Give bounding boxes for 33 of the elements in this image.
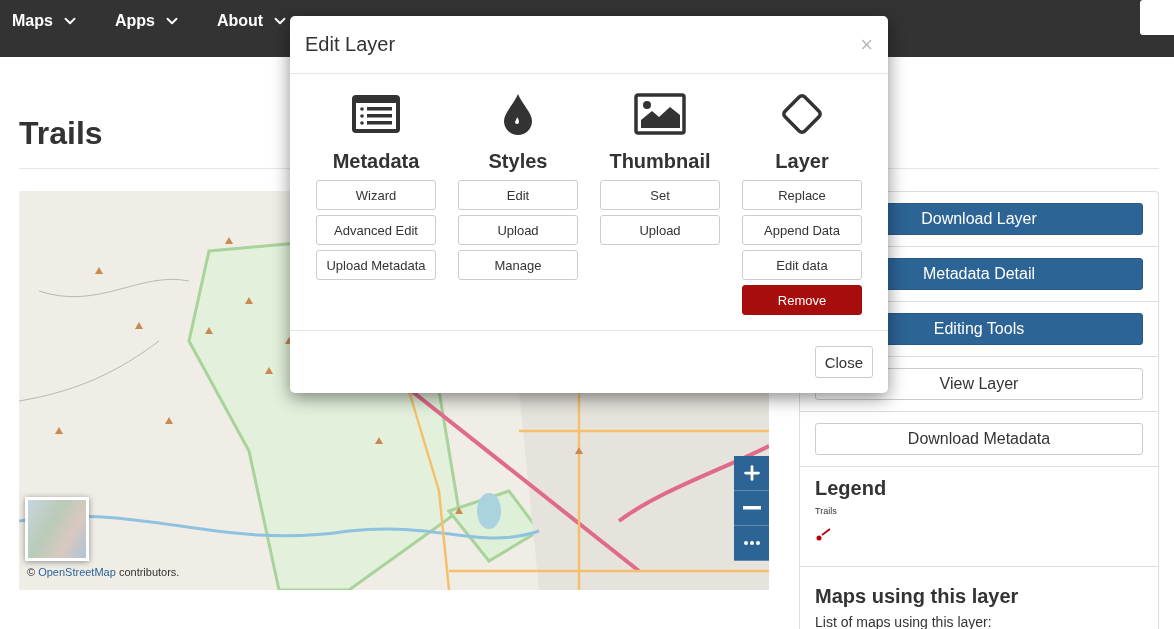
dialog-button[interactable]: Upload xyxy=(458,215,578,245)
input-field[interactable] xyxy=(1140,0,1174,35)
remove-button[interactable]: Remove xyxy=(742,285,862,315)
close-button[interactable]: Close xyxy=(814,346,873,378)
nav-menu[interactable]: About xyxy=(216,0,290,42)
basemap-switcher[interactable] xyxy=(25,497,89,561)
minus-icon xyxy=(742,506,761,510)
dialog-button[interactable]: Wizard xyxy=(316,180,436,210)
action-button[interactable]: Download Metadata xyxy=(815,423,1143,455)
legend-title: Legend xyxy=(815,477,888,500)
diamond-icon xyxy=(779,91,825,137)
attribution-link[interactable]: OpenStreetMap xyxy=(38,566,116,578)
dialog-button[interactable]: Set xyxy=(600,180,720,210)
drop-icon xyxy=(503,93,533,135)
dialog-button[interactable]: Manage xyxy=(458,250,578,280)
map-attribution: © OpenStreetMap contributors. xyxy=(27,566,180,578)
dialog-button[interactable]: Replace xyxy=(742,180,862,210)
legend-layer-name: Trails xyxy=(815,506,838,516)
image-icon xyxy=(634,93,686,135)
more-icon xyxy=(743,541,760,545)
line-symbol-icon xyxy=(815,528,833,542)
dialog-title: Edit Layer xyxy=(305,33,396,56)
dialog-button[interactable]: Edit xyxy=(458,180,578,210)
dialog-button[interactable]: Upload xyxy=(600,215,720,245)
list-icon xyxy=(351,94,401,134)
dialog-button[interactable]: Edit data xyxy=(742,250,862,280)
nav-menu[interactable]: Maps xyxy=(12,0,79,42)
dialog-button[interactable]: Advanced Edit xyxy=(316,215,436,245)
nav-menu[interactable]: Apps xyxy=(114,0,181,42)
section-title: Maps using this layer xyxy=(815,585,1020,608)
section-text: List of maps using this layer: xyxy=(815,614,993,629)
dialog-button[interactable]: Append Data xyxy=(742,215,862,245)
dialog-button[interactable]: Upload Metadata xyxy=(316,250,436,280)
